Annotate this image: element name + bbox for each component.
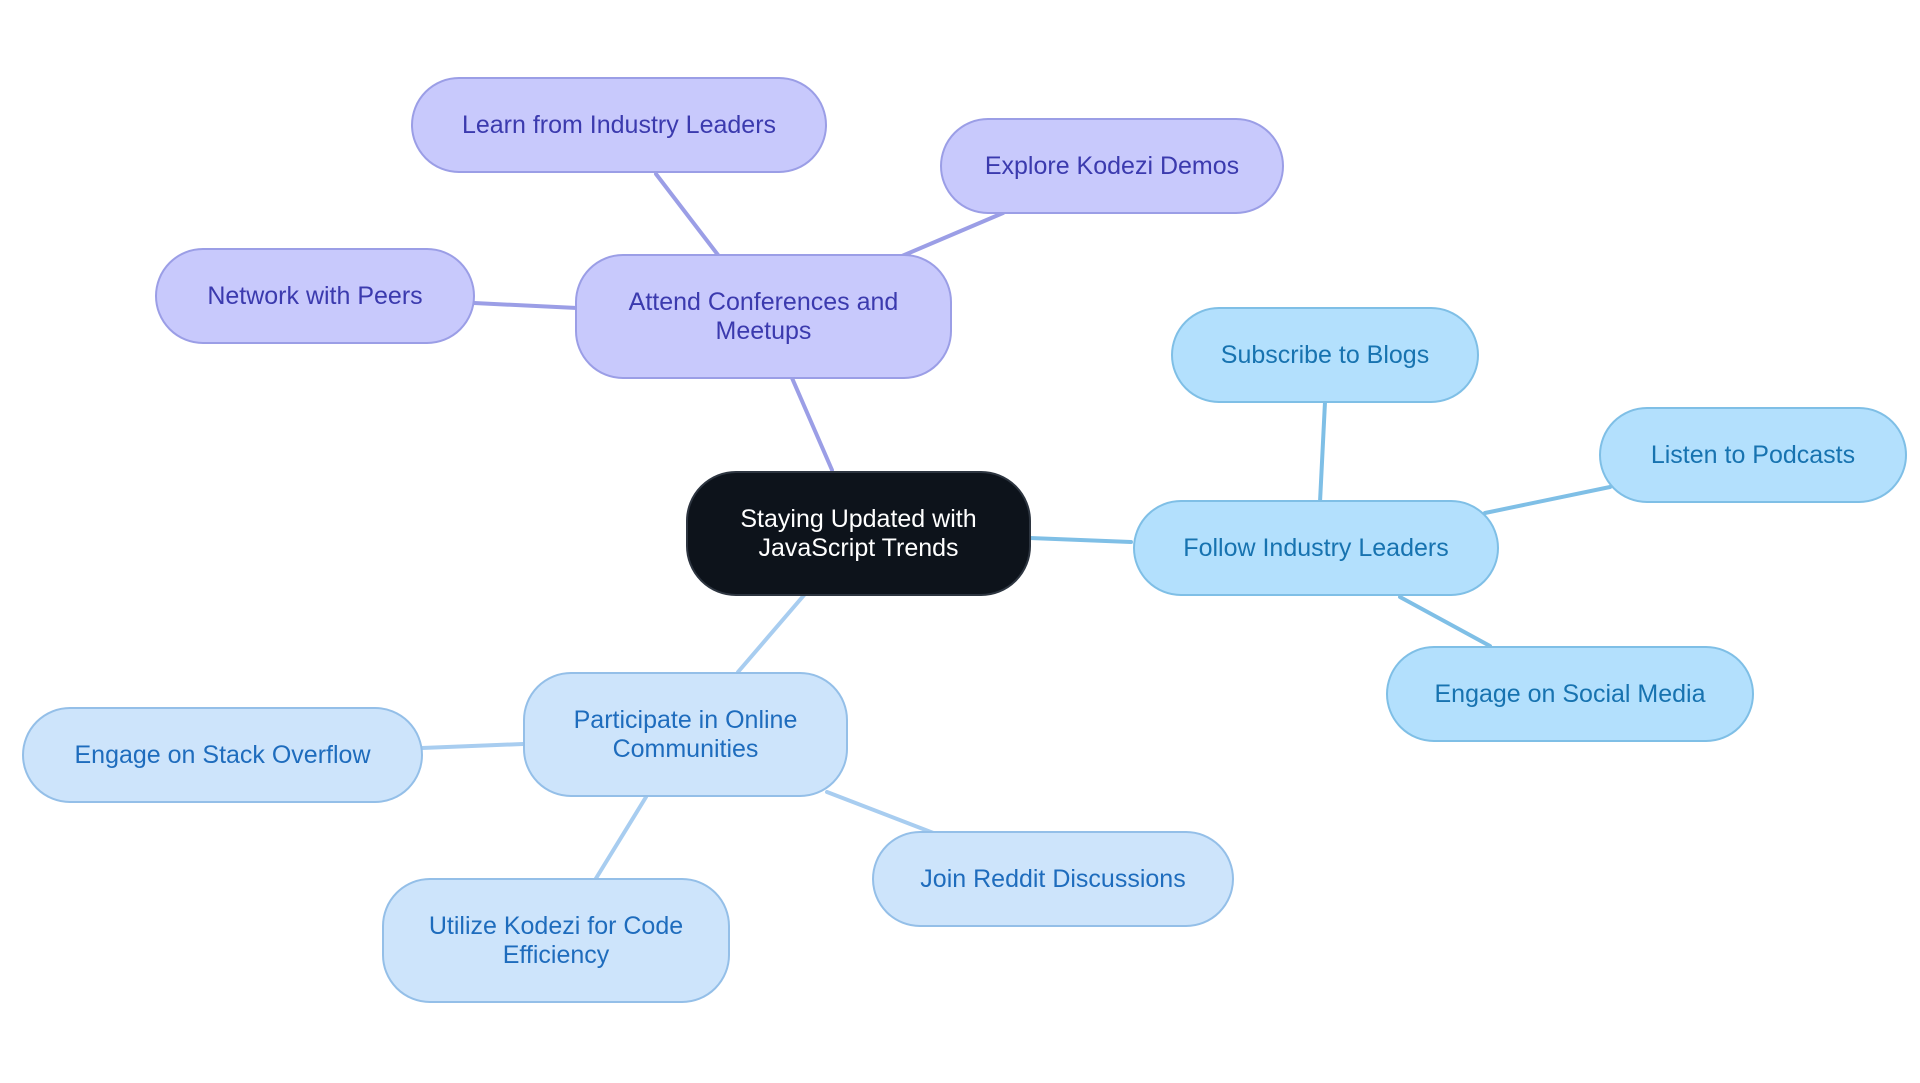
leaf-node-label: Engage on Social Media bbox=[1434, 679, 1706, 708]
edge-participate-stack bbox=[420, 742, 525, 750]
leaf-node-utilize-kodezi[interactable]: Utilize Kodezi for Code Efficiency bbox=[382, 878, 730, 1003]
leaf-node-label: Explore Kodezi Demos bbox=[984, 151, 1240, 180]
branch-node-label: Participate in Online Communities bbox=[573, 705, 798, 763]
leaf-node-label: Subscribe to Blogs bbox=[1220, 340, 1430, 369]
leaf-node-subscribe-to-blogs[interactable]: Subscribe to Blogs bbox=[1171, 307, 1479, 403]
branch-node-participate-in-online-communities[interactable]: Participate in Online Communities bbox=[523, 672, 848, 797]
leaf-node-label: Listen to Podcasts bbox=[1650, 440, 1856, 469]
edge-follow-podcasts bbox=[1483, 485, 1612, 515]
leaf-node-explore-kodezi-demos[interactable]: Explore Kodezi Demos bbox=[940, 118, 1284, 214]
edge-root-attend bbox=[790, 376, 834, 472]
edge-root-participate bbox=[736, 592, 807, 674]
root-node-label: Staying Updated with JavaScript Trends bbox=[740, 504, 977, 562]
edge-follow-social bbox=[1398, 595, 1492, 648]
edge-participate-utilize bbox=[593, 795, 648, 882]
branch-node-attend-conferences[interactable]: Attend Conferences and Meetups bbox=[575, 254, 952, 379]
leaf-node-label: Network with Peers bbox=[207, 281, 423, 310]
edge-participate-reddit bbox=[825, 790, 938, 836]
leaf-node-learn-from-industry-leaders[interactable]: Learn from Industry Leaders bbox=[411, 77, 827, 173]
leaf-node-listen-to-podcasts[interactable]: Listen to Podcasts bbox=[1599, 407, 1907, 503]
leaf-node-label: Join Reddit Discussions bbox=[920, 864, 1186, 893]
edge-attend-learn bbox=[654, 172, 720, 257]
edge-attend-explore bbox=[900, 211, 1005, 258]
leaf-node-join-reddit-discussions[interactable]: Join Reddit Discussions bbox=[872, 831, 1234, 927]
leaf-node-engage-on-stack-overflow[interactable]: Engage on Stack Overflow bbox=[22, 707, 423, 803]
leaf-node-engage-on-social-media[interactable]: Engage on Social Media bbox=[1386, 646, 1754, 742]
leaf-node-label: Engage on Stack Overflow bbox=[74, 740, 371, 769]
branch-node-label: Follow Industry Leaders bbox=[1183, 533, 1449, 562]
edge-root-follow bbox=[1028, 536, 1133, 544]
leaf-node-label: Utilize Kodezi for Code Efficiency bbox=[428, 911, 684, 969]
edge-follow-subscribe bbox=[1318, 400, 1327, 504]
branch-node-follow-industry-leaders[interactable]: Follow Industry Leaders bbox=[1133, 500, 1499, 596]
root-node[interactable]: Staying Updated with JavaScript Trends bbox=[686, 471, 1031, 596]
leaf-node-network-with-peers[interactable]: Network with Peers bbox=[155, 248, 475, 344]
edge-attend-network bbox=[472, 301, 579, 310]
leaf-node-label: Learn from Industry Leaders bbox=[461, 110, 777, 139]
branch-node-label: Attend Conferences and Meetups bbox=[628, 287, 899, 345]
